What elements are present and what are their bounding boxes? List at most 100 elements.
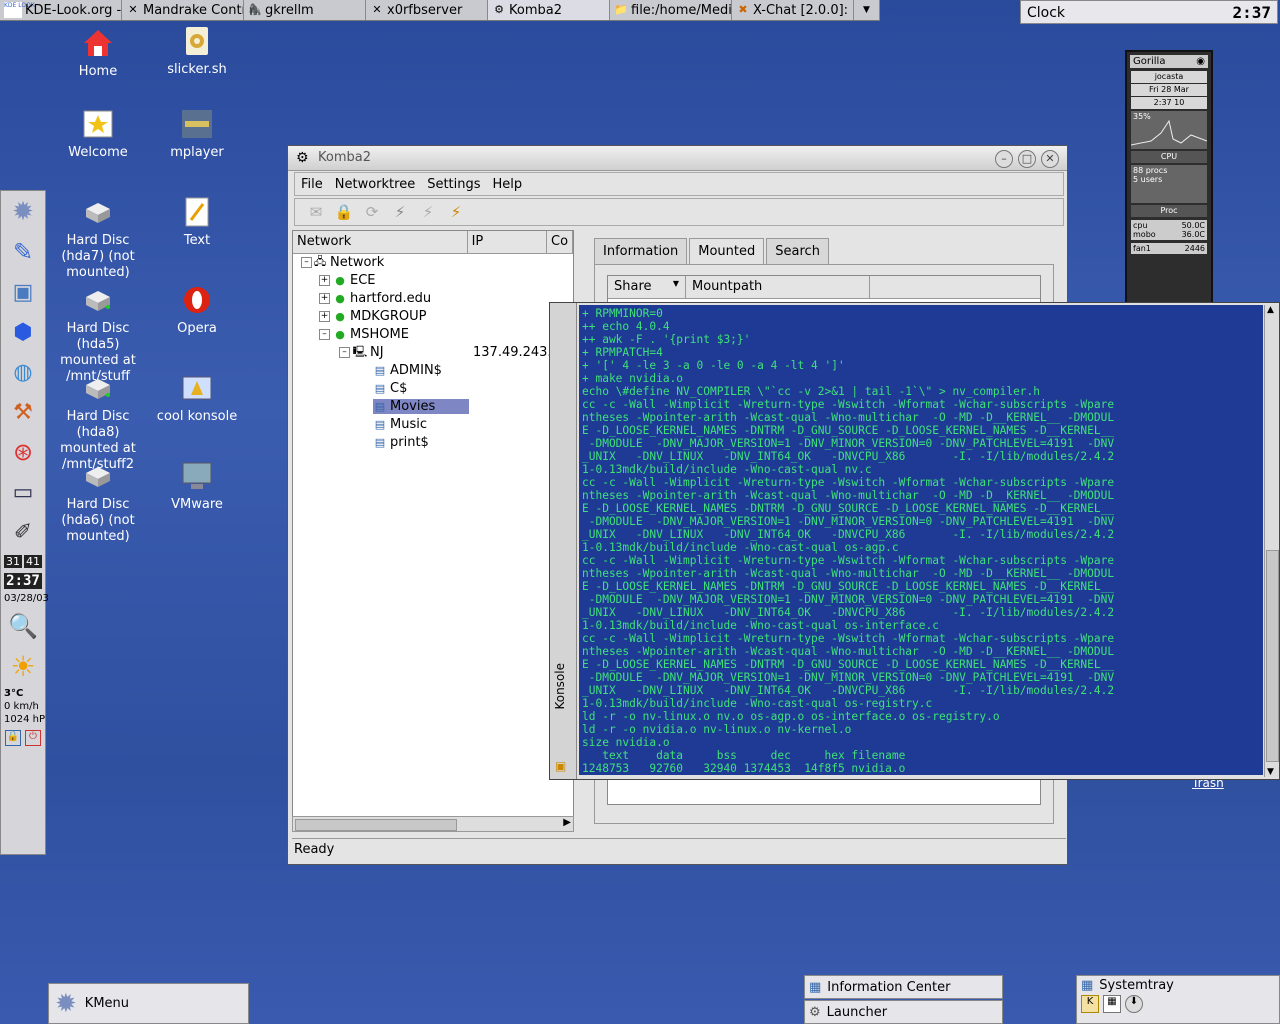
collapse-toggle[interactable]: – bbox=[319, 329, 330, 340]
tree-item-share-selected[interactable]: ▤ Movies bbox=[373, 399, 469, 414]
desktop-icon-hda5[interactable]: Hard Disc (hda5) mounted at /mnt/stuff bbox=[48, 283, 148, 385]
column-network[interactable]: Network bbox=[293, 231, 468, 253]
launcher-button-7[interactable]: ▭ bbox=[3, 473, 43, 511]
launcher-button-5[interactable]: ⚒ bbox=[3, 393, 43, 431]
toolbar: ✉ 🔒 ⟳ ⚡ ⚡ ⚡ bbox=[294, 198, 1064, 226]
vertical-scrollbar[interactable]: ▲ ▼ bbox=[1264, 305, 1279, 777]
task-label: Mandrake Contro bbox=[143, 2, 244, 18]
maximize-button[interactable]: □ bbox=[1018, 150, 1036, 168]
unmount-icon[interactable]: ⚡ bbox=[417, 201, 439, 223]
tree-item-mdkgroup[interactable]: ● MDKGROUP bbox=[333, 309, 426, 324]
computer-icon: 🖳 bbox=[352, 345, 368, 358]
desktop-icon-label: cool konsole bbox=[156, 409, 238, 424]
task-mandrake[interactable]: ✕ Mandrake Contro bbox=[122, 0, 244, 20]
menu-networktree[interactable]: Networktree bbox=[335, 177, 415, 192]
desktop-icon-mplayer[interactable]: mplayer bbox=[147, 107, 247, 161]
task-file-manager[interactable]: 📁 file:/home/Media/ bbox=[610, 0, 732, 20]
klipper-icon[interactable]: K bbox=[1081, 995, 1099, 1013]
kmenu-button[interactable]: ✹ KMenu bbox=[48, 983, 249, 1024]
desktop-icon-cool-konsole[interactable]: cool konsole bbox=[147, 371, 247, 425]
refresh-icon[interactable]: ⟳ bbox=[361, 201, 383, 223]
window-titlebar[interactable]: ⚙ Komba2 – □ ✕ bbox=[288, 146, 1067, 171]
menu-help[interactable]: Help bbox=[493, 177, 523, 192]
share-icon: ▤ bbox=[374, 364, 386, 377]
collapse-toggle[interactable]: – bbox=[301, 257, 312, 268]
arrow-up-icon[interactable]: ▲ bbox=[1267, 305, 1274, 315]
tree-item-ece[interactable]: ● ECE bbox=[333, 273, 375, 288]
taskbar-more-button[interactable]: ▼ bbox=[854, 0, 880, 20]
launcher-button-6[interactable]: ⊛ bbox=[3, 433, 43, 471]
task-komba2[interactable]: ⚙ Komba2 bbox=[488, 0, 610, 20]
arrow-right-icon[interactable]: ▶ bbox=[563, 817, 571, 828]
unmount-all-icon[interactable]: ⚡ bbox=[445, 201, 467, 223]
expand-toggle[interactable]: + bbox=[319, 275, 330, 286]
desktop-icon-welcome[interactable]: Welcome bbox=[48, 107, 148, 161]
kdict-button[interactable]: 🔍 bbox=[3, 607, 43, 645]
systemtray: ▦ Systemtray K ▦ ⬇ bbox=[1076, 975, 1280, 1024]
desktop-icon-vmware[interactable]: VMware bbox=[147, 459, 247, 513]
tree-item-network[interactable]: 🖧 Network bbox=[313, 255, 384, 270]
mount-icon[interactable]: ⚡ bbox=[389, 201, 411, 223]
column-comment[interactable]: Co bbox=[547, 231, 573, 253]
column-ip[interactable]: IP bbox=[468, 231, 547, 253]
sort-down-icon: ▼ bbox=[672, 279, 679, 288]
logout-icon[interactable]: ⏻ bbox=[25, 730, 41, 746]
column-mountpath[interactable]: Mountpath bbox=[686, 276, 870, 298]
tree-item-share[interactable]: ▤ ADMIN$ bbox=[373, 363, 442, 378]
task-x0rfbserver[interactable]: ✕ x0rfbserver bbox=[366, 0, 488, 20]
horizontal-scrollbar[interactable]: ▶ bbox=[292, 816, 574, 832]
info-center-button[interactable]: ▦ Information Center bbox=[804, 975, 1003, 999]
collapse-toggle[interactable]: – bbox=[339, 347, 350, 358]
scrollbar-thumb[interactable] bbox=[295, 819, 457, 831]
desktop-icon-slicker[interactable]: slicker.sh bbox=[147, 24, 247, 78]
close-button[interactable]: ✕ bbox=[1041, 150, 1059, 168]
launcher-button-2[interactable]: ▣ bbox=[3, 273, 43, 311]
expand-toggle[interactable]: + bbox=[319, 293, 330, 304]
task-xchat[interactable]: ✖ X-Chat [2.0.0]: il bbox=[732, 0, 854, 20]
mail-icon[interactable]: ✉ bbox=[305, 201, 327, 223]
tree-item-share[interactable]: ▤ Music bbox=[373, 417, 427, 432]
launcher-button[interactable]: ⚙ Launcher bbox=[804, 1000, 1003, 1024]
task-label: KDE-Look.org - I bbox=[25, 2, 122, 18]
task-kde-look[interactable]: KDE LOOK KDE-Look.org - I bbox=[0, 0, 122, 20]
arrow-down-icon[interactable]: ▼ bbox=[1267, 767, 1274, 777]
tab-search[interactable]: Search bbox=[766, 238, 829, 265]
lock-icon[interactable]: 🔒 bbox=[333, 201, 355, 223]
task-gkrellm[interactable]: 🦍 gkrellm bbox=[244, 0, 366, 20]
weather-button[interactable]: ☀ bbox=[3, 647, 43, 685]
tree-item-mshome[interactable]: ● MSHOME bbox=[333, 327, 409, 342]
konsole-side-tab[interactable]: Konsole ▣ bbox=[550, 303, 577, 779]
minimize-button[interactable]: – bbox=[995, 150, 1013, 168]
desktop-icon-hda8[interactable]: Hard Disc (hda8) mounted at /mnt/stuff2 bbox=[48, 371, 148, 473]
tab-information[interactable]: Information bbox=[594, 238, 688, 265]
kmenu-launcher-button[interactable]: ✹ bbox=[3, 193, 43, 231]
launcher-button-4[interactable]: ◍ bbox=[3, 353, 43, 391]
desktop-icon-hda6[interactable]: Hard Disc (hda6) (not mounted) bbox=[48, 459, 148, 545]
tree-item-host-nj[interactable]: 🖳 NJ bbox=[353, 345, 384, 360]
pager-desktop-1[interactable]: 31 bbox=[4, 555, 22, 568]
launcher-button-3[interactable]: ⬢ bbox=[3, 313, 43, 351]
network-tree[interactable]: Network IP Co – 🖧 Network + ● ECE + ● hartf… bbox=[292, 230, 574, 830]
launcher-button-8[interactable]: ✐ bbox=[3, 513, 43, 551]
globe-icon: ● bbox=[335, 292, 345, 305]
launcher-button-1[interactable]: ✎ bbox=[3, 233, 43, 271]
tab-mounted[interactable]: Mounted bbox=[689, 238, 765, 265]
tree-item-share[interactable]: ▤ C$ bbox=[373, 381, 408, 396]
download-icon[interactable]: ⬇ bbox=[1125, 995, 1143, 1013]
desktop-icon-text[interactable]: Text bbox=[147, 195, 247, 249]
expand-toggle[interactable]: + bbox=[319, 311, 330, 322]
tree-item-hartford[interactable]: ● hartford.edu bbox=[333, 291, 431, 306]
pager-desktop-2[interactable]: 41 bbox=[24, 555, 42, 568]
desktop-icon-hda7[interactable]: Hard Disc (hda7) (not mounted) bbox=[48, 195, 148, 281]
scrollbar-thumb[interactable] bbox=[1266, 550, 1279, 762]
desktop-icon-opera[interactable]: Opera bbox=[147, 283, 247, 337]
menu-settings[interactable]: Settings bbox=[427, 177, 480, 192]
lock-icon[interactable]: 🔒 bbox=[5, 730, 21, 746]
menu-file[interactable]: File bbox=[301, 177, 323, 192]
calendar-icon[interactable]: ▦ bbox=[1103, 995, 1121, 1013]
terminal-output[interactable]: + RPMMINOR=0 ++ echo 4.0.4 ++ awk -F . '… bbox=[579, 305, 1263, 775]
tree-item-share[interactable]: ▤ print$ bbox=[373, 435, 429, 450]
desktop-icon-home[interactable]: Home bbox=[48, 26, 148, 80]
column-share[interactable]: Share ▼ bbox=[608, 276, 686, 298]
pager[interactable]: 31 41 bbox=[1, 553, 45, 570]
